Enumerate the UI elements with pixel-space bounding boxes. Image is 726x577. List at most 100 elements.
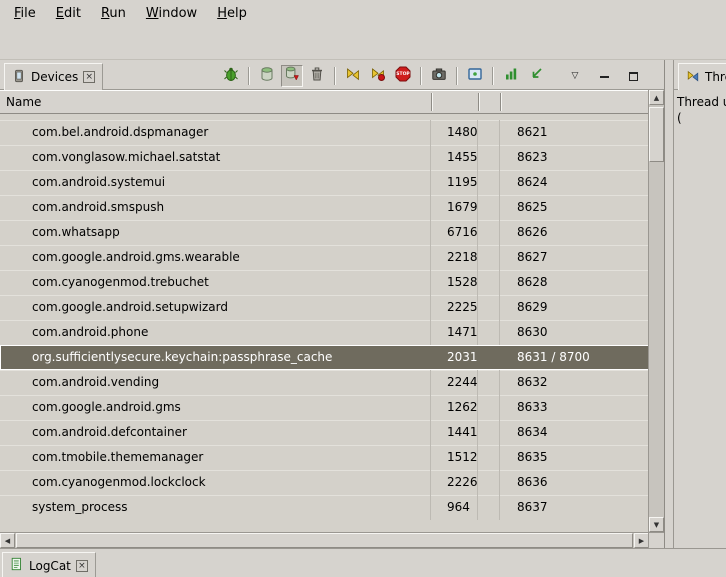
cell-port: 8628 xyxy=(500,270,649,295)
chevron-down-icon: ▽ xyxy=(572,71,579,81)
process-row[interactable]: com.android.smspush16798625 xyxy=(0,195,649,220)
vertical-scrollbar[interactable]: ▲ ▼ xyxy=(648,90,664,532)
threads-message-line: ( xyxy=(677,110,726,126)
process-row[interactable]: com.cyanogenmod.trebuchet15288628 xyxy=(0,270,649,295)
device-icon xyxy=(12,69,26,86)
column-separator[interactable] xyxy=(431,93,433,111)
toolbar-separator xyxy=(492,67,494,85)
cell-name: com.android.smspush xyxy=(0,195,431,220)
cell-port: 8637 xyxy=(500,495,649,520)
column-header-name[interactable]: Name xyxy=(0,95,41,109)
cell-spacer xyxy=(478,495,500,520)
column-separator[interactable] xyxy=(500,93,502,111)
process-row[interactable]: com.android.vending224408632 xyxy=(0,370,649,395)
view-menu-button[interactable]: ▽ xyxy=(566,67,584,85)
stop-process-button[interactable]: STOP xyxy=(392,65,414,87)
cell-spacer xyxy=(478,220,500,245)
cell-pid: 1528 xyxy=(431,270,478,295)
method-profiling-button[interactable] xyxy=(367,65,389,87)
update-heap-button[interactable] xyxy=(256,65,278,87)
cell-name: com.google.android.gms.wearable xyxy=(0,245,431,270)
tab-threads[interactable]: Threads xyxy=(678,63,726,90)
close-icon[interactable]: × xyxy=(76,560,88,572)
cell-name: com.tmobile.thememanager xyxy=(0,445,431,470)
tab-threads-label: Threads xyxy=(705,70,726,84)
cell-spacer xyxy=(478,445,500,470)
menu-run[interactable]: Run xyxy=(91,2,136,25)
cell-pid: 22265 xyxy=(431,470,478,495)
column-separator[interactable] xyxy=(478,93,480,111)
cause-gc-button[interactable] xyxy=(306,65,328,87)
process-table: com.bel.android.dspmanager14808621com.vo… xyxy=(0,114,649,532)
tab-logcat[interactable]: LogCat × xyxy=(2,552,96,577)
green-arrow-icon xyxy=(528,66,544,86)
process-row[interactable]: system_process964 8637 xyxy=(0,495,649,520)
scroll-down-button[interactable]: ▼ xyxy=(649,517,664,532)
scroll-right-icon: ▶ xyxy=(639,537,644,545)
menu-file[interactable]: File xyxy=(4,2,46,25)
green-bug-icon xyxy=(223,66,239,86)
cell-name: system_process xyxy=(0,495,431,520)
menu-window[interactable]: Window xyxy=(136,2,207,25)
process-row[interactable]: org.sufficientlysecure.keychain:passphra… xyxy=(0,345,649,370)
process-row[interactable]: com.whatsapp67168626 xyxy=(0,220,649,245)
screen-capture-button[interactable] xyxy=(428,65,450,87)
process-row[interactable]: com.cyanogenmod.lockclock222658636 xyxy=(0,470,649,495)
threads-message-line: Thread up xyxy=(677,94,726,110)
camera-icon xyxy=(431,66,447,86)
screen-record-button[interactable] xyxy=(464,65,486,87)
cell-port: 8632 xyxy=(500,370,649,395)
scroll-up-button[interactable]: ▲ xyxy=(649,90,664,105)
maximize-icon xyxy=(629,72,638,81)
green-bars-icon xyxy=(503,66,519,86)
process-row[interactable]: com.google.android.gms126238633 xyxy=(0,395,649,420)
process-row[interactable]: com.vonglasow.michael.satstat145538623 xyxy=(0,145,649,170)
scroll-right-button[interactable]: ▶ xyxy=(634,533,649,548)
cell-spacer xyxy=(478,120,500,145)
menu-help[interactable]: Help xyxy=(207,2,257,25)
debug-process-button[interactable] xyxy=(220,65,242,87)
maximize-button[interactable] xyxy=(624,67,642,85)
minimize-button[interactable] xyxy=(595,67,613,85)
scroll-left-button[interactable]: ◀ xyxy=(0,533,15,548)
logcat-bar: LogCat × xyxy=(0,548,726,577)
tab-devices[interactable]: Devices × xyxy=(4,63,103,90)
logcat-icon xyxy=(10,557,24,574)
close-icon[interactable]: × xyxy=(83,71,95,83)
main-window: FileEditRunWindowHelp Devices × xyxy=(0,0,726,577)
tab-devices-label: Devices xyxy=(31,70,78,84)
cell-spacer xyxy=(478,345,500,370)
table-column-header[interactable]: Name xyxy=(0,90,649,114)
cell-pid: 1512 xyxy=(431,445,478,470)
cell-spacer xyxy=(478,395,500,420)
scroll-left-icon: ◀ xyxy=(5,537,10,545)
cell-spacer xyxy=(478,420,500,445)
cell-spacer xyxy=(478,470,500,495)
cell-port: 8627 xyxy=(500,245,649,270)
toolbar-separator xyxy=(456,67,458,85)
horizontal-scrollbar[interactable]: ◀ ▶ xyxy=(0,532,649,548)
toolbar-separator xyxy=(334,67,336,85)
cell-pid: 14411 xyxy=(431,420,478,445)
process-row[interactable]: com.android.defcontainer144118634 xyxy=(0,420,649,445)
process-row[interactable]: com.android.phone14718630 xyxy=(0,320,649,345)
process-row[interactable]: com.android.systemui11958624 xyxy=(0,170,649,195)
process-row[interactable]: com.google.android.setupwizard222508629 xyxy=(0,295,649,320)
process-row[interactable]: com.tmobile.thememanager15128635 xyxy=(0,445,649,470)
cell-name: com.android.systemui xyxy=(0,170,431,195)
horizontal-scroll-thumb[interactable] xyxy=(16,533,633,548)
cell-pid: 22440 xyxy=(431,370,478,395)
cell-name: com.android.phone xyxy=(0,320,431,345)
menu-edit[interactable]: Edit xyxy=(46,2,91,25)
process-row[interactable]: com.bel.android.dspmanager14808621 xyxy=(0,120,649,145)
system-info-button[interactable] xyxy=(500,65,522,87)
heap-dump-red-arrow-icon xyxy=(284,66,300,86)
vertical-scroll-thumb[interactable] xyxy=(649,107,664,162)
dump-hprof-button[interactable] xyxy=(281,65,303,87)
process-row[interactable]: com.google.android.gms.wearable221858627 xyxy=(0,245,649,270)
view-hierarchy-button[interactable] xyxy=(525,65,547,87)
cell-pid: 964 xyxy=(431,495,478,520)
update-threads-button[interactable] xyxy=(342,65,364,87)
threads-icon xyxy=(686,69,700,86)
minimize-icon xyxy=(600,75,609,78)
